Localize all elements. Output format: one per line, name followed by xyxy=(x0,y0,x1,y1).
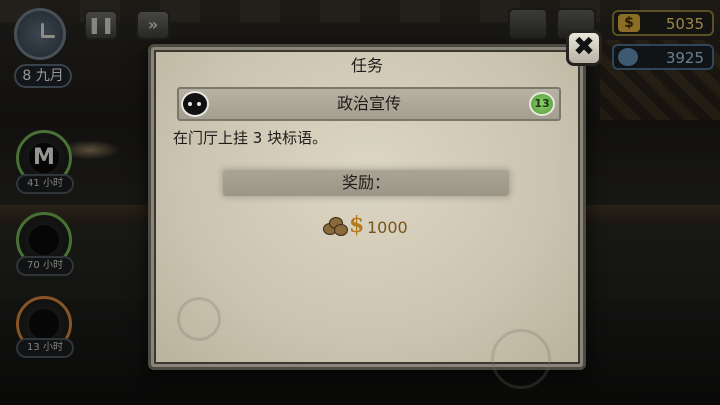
coins-icon xyxy=(323,215,349,237)
coin-shape xyxy=(334,224,348,236)
dialog-title: 任务 xyxy=(350,56,383,75)
close-button[interactable]: ✖ xyxy=(566,30,602,66)
compass-watermark-icon xyxy=(177,297,221,341)
reward-amount: 1000 xyxy=(367,218,408,237)
reward-row: $ 1000 xyxy=(323,212,443,239)
task-dialog: 任务 政治宣传 13 在门厅上挂 3 块标语。 奖励： $ 1000 xyxy=(148,44,586,389)
close-icon: ✖ xyxy=(573,32,595,62)
reward-header: 奖励： xyxy=(223,170,509,196)
task-level-badge: 13 xyxy=(529,92,555,116)
gear-watermark-icon xyxy=(491,329,551,389)
task-description: 在门厅上挂 3 块标语。 xyxy=(173,129,328,147)
dollar-icon: $ xyxy=(349,212,365,238)
task-name: 政治宣传 xyxy=(336,94,401,113)
reward-label: 奖励： xyxy=(341,173,390,192)
task-header: 政治宣传 13 xyxy=(177,87,561,121)
